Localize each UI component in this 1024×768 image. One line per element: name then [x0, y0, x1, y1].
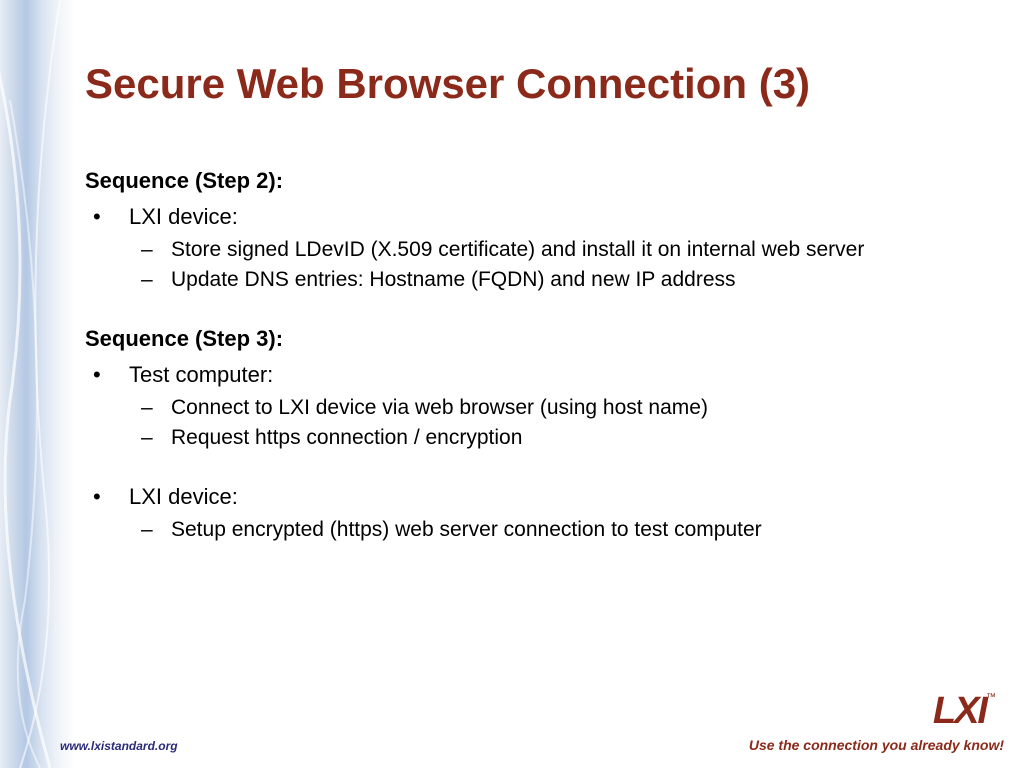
- bullet-item: • Test computer:: [85, 362, 984, 388]
- bullet-text: LXI device:: [129, 484, 238, 510]
- logo-text: LXI: [933, 690, 986, 732]
- section-step3: Sequence (Step 3): • Test computer: – Co…: [85, 326, 984, 542]
- bullet-text: LXI device:: [129, 204, 238, 230]
- bullet-text: Test computer:: [129, 362, 273, 388]
- lxi-logo: LXI™: [933, 692, 996, 730]
- bullet-marker: •: [93, 204, 129, 230]
- dash-marker: –: [141, 238, 171, 262]
- sub-bullet: – Connect to LXI device via web browser …: [85, 396, 984, 420]
- bullet-item: • LXI device:: [85, 484, 984, 510]
- sub-bullet-text: Update DNS entries: Hostname (FQDN) and …: [171, 268, 736, 292]
- section-step2: Sequence (Step 2): • LXI device: – Store…: [85, 168, 984, 292]
- sub-bullet-text: Store signed LDevID (X.509 certificate) …: [171, 238, 864, 262]
- dash-marker: –: [141, 396, 171, 420]
- left-decoration: [0, 0, 75, 768]
- sub-bullet-text: Setup encrypted (https) web server conne…: [171, 518, 762, 542]
- sub-bullet-text: Connect to LXI device via web browser (u…: [171, 396, 708, 420]
- dash-marker: –: [141, 426, 171, 450]
- slide-content: Secure Web Browser Connection (3) Sequen…: [85, 60, 984, 548]
- section-heading: Sequence (Step 2):: [85, 168, 984, 194]
- bullet-item: • LXI device:: [85, 204, 984, 230]
- sub-bullet: – Setup encrypted (https) web server con…: [85, 518, 984, 542]
- slide-title: Secure Web Browser Connection (3): [85, 60, 984, 108]
- bullet-marker: •: [93, 362, 129, 388]
- sub-bullet: – Store signed LDevID (X.509 certificate…: [85, 238, 984, 262]
- sub-bullet: – Update DNS entries: Hostname (FQDN) an…: [85, 268, 984, 292]
- dash-marker: –: [141, 518, 171, 542]
- bullet-marker: •: [93, 484, 129, 510]
- footer-url: www.lxistandard.org: [60, 739, 178, 753]
- sub-bullet-text: Request https connection / encryption: [171, 426, 522, 450]
- logo-tm: ™: [986, 692, 996, 703]
- section-heading: Sequence (Step 3):: [85, 326, 984, 352]
- dash-marker: –: [141, 268, 171, 292]
- sub-bullet: – Request https connection / encryption: [85, 426, 984, 450]
- footer-tagline: Use the connection you already know!: [749, 737, 1004, 753]
